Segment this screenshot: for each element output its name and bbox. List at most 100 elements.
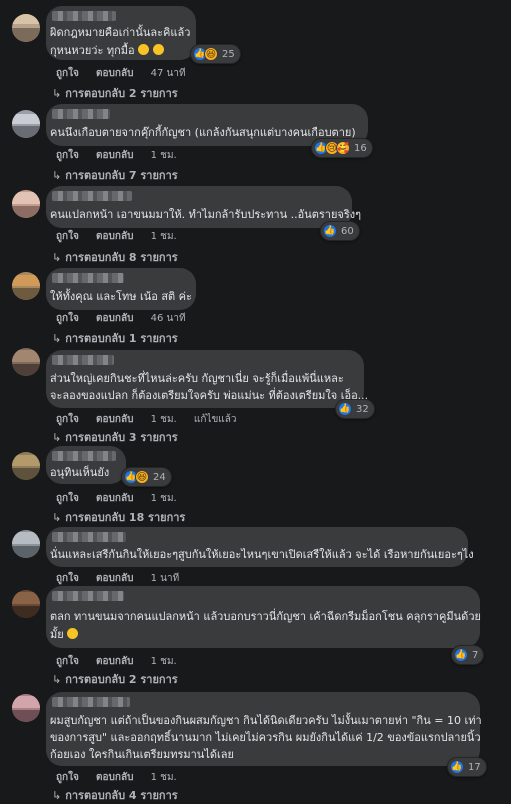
timestamp[interactable]: 47 นาที [151, 68, 186, 79]
comment-text-line: คนนึงเกือบตายจากคุ๊กกี้กัญชา (แกล้งกันสน… [50, 126, 356, 139]
timestamp[interactable]: 1 ชม. [151, 414, 177, 425]
like-reaction-icon: 👍 [323, 224, 337, 238]
reaction-count: 25 [222, 48, 235, 60]
reaction-summary[interactable]: 👍 17 [447, 757, 487, 777]
reaction-summary[interactable]: 👍 😆 25 [190, 44, 241, 64]
avatar[interactable] [12, 348, 40, 376]
commenter-name[interactable] [52, 532, 126, 542]
timestamp[interactable]: 46 นาที [151, 313, 186, 324]
care-reaction-icon: 🥰 [336, 141, 350, 155]
like-reaction-icon: 👍 [338, 402, 352, 416]
reaction-summary[interactable]: 👍 7 [451, 645, 485, 665]
view-replies-link[interactable]: ↳ การตอบกลับ 1 รายการ [52, 329, 178, 347]
emoji-icon [152, 44, 164, 55]
like-button[interactable]: ถูกใจ [56, 493, 79, 504]
timestamp[interactable]: 1 ชม. [151, 231, 177, 242]
comment-text-line: คนแปลกหน้า เอาขนมมาให้. ทำไมกล้ารับประทา… [50, 208, 362, 221]
comment-bubble: ตลก ทานขนมจากคนแปลกหน้า แล้วบอกบราวนี่กั… [46, 586, 481, 648]
haha-reaction-icon: 😆 [204, 47, 218, 61]
avatar[interactable] [12, 110, 40, 138]
comment-text-line: ก้อยเอง ใครกินเกินเตรียมทรมานได้เลย [50, 748, 234, 761]
commenter-name[interactable] [52, 191, 132, 201]
view-replies-link[interactable]: ↳ การตอบกลับ 2 รายการ [52, 670, 178, 688]
reply-button[interactable]: ตอบกลับ [96, 573, 133, 584]
like-reaction-icon: 👍 [454, 648, 468, 662]
reply-button[interactable]: ตอบกลับ [96, 150, 133, 161]
reaction-summary[interactable]: 👍 😢 🥰 16 [311, 138, 373, 158]
timestamp[interactable]: 1 ชม. [151, 493, 177, 504]
comment-text-line: ส่วนใหญ่เคยกินชะที่ไหนล่ะครับ กัญชาเนี่ย… [50, 372, 344, 385]
reaction-summary[interactable]: 👍 😆 24 [121, 467, 172, 487]
reply-arrow-icon: ↳ [52, 169, 62, 182]
comment-text-line: ตลก ทานขนมจากคนแปลกหน้า แล้วบอกบราวนี่กั… [50, 610, 481, 623]
comment-text-line: ของการสูบ" และออกฤทธิ์นานมาก ไม่เคยไม่คว… [50, 731, 481, 744]
timestamp[interactable]: 1 นาที [151, 573, 180, 584]
avatar[interactable] [12, 14, 40, 42]
comment-actions: ถูกใจ ตอบกลับ 47 นาที [56, 66, 200, 81]
edited-label[interactable]: แก้ไขแล้ว [194, 414, 237, 425]
reply-button[interactable]: ตอบกลับ [96, 313, 133, 324]
reply-button[interactable]: ตอบกลับ [96, 68, 133, 79]
view-replies-link[interactable]: ↳ การตอบกลับ 7 รายการ [52, 166, 178, 184]
timestamp[interactable]: 1 ชม. [151, 150, 177, 161]
commenter-name[interactable] [52, 697, 130, 707]
commenter-name[interactable] [52, 451, 116, 461]
reaction-summary[interactable]: 👍 32 [335, 399, 375, 419]
comment-actions: ถูกใจ ตอบกลับ 46 นาที [56, 311, 200, 326]
like-button[interactable]: ถูกใจ [56, 68, 79, 79]
comment-actions: ถูกใจ ตอบกลับ 1 ชม. [56, 148, 191, 163]
view-replies-link[interactable]: ↳ การตอบกลับ 8 รายการ [52, 248, 178, 266]
comment-bubble: ผิดกฎหมายคือเก่านั้นละคิแล้ว กุหนหวยว่ะ … [46, 6, 196, 60]
reply-arrow-icon: ↳ [52, 251, 62, 264]
view-replies-link[interactable]: ↳ การตอบกลับ 4 รายการ [52, 786, 178, 804]
reaction-count: 7 [472, 649, 479, 661]
reaction-count: 60 [341, 225, 354, 237]
reply-button[interactable]: ตอบกลับ [96, 656, 133, 667]
timestamp[interactable]: 1 ชม. [151, 656, 177, 667]
comment-bubble: ให้ทั้งคุณ และโทษ เน้อ สติ ค่ะ [46, 268, 196, 310]
reaction-count: 32 [356, 403, 369, 415]
reaction-summary[interactable]: 👍 60 [320, 221, 360, 241]
comment-actions: ถูกใจ ตอบกลับ 1 นาที [56, 571, 193, 586]
comment-actions: ถูกใจ ตอบกลับ 1 ชม. [56, 770, 191, 785]
avatar[interactable] [12, 590, 40, 618]
commenter-name[interactable] [52, 11, 116, 21]
like-button[interactable]: ถูกใจ [56, 231, 79, 242]
reply-button[interactable]: ตอบกลับ [96, 493, 133, 504]
reply-arrow-icon: ↳ [52, 87, 62, 100]
reply-button[interactable]: ตอบกลับ [96, 772, 133, 783]
like-reaction-icon: 👍 [450, 760, 464, 774]
like-button[interactable]: ถูกใจ [56, 414, 79, 425]
like-button[interactable]: ถูกใจ [56, 313, 79, 324]
reaction-count: 16 [354, 142, 367, 154]
avatar[interactable] [12, 272, 40, 300]
avatar[interactable] [12, 190, 40, 218]
commenter-name[interactable] [52, 109, 110, 119]
avatar[interactable] [12, 452, 40, 480]
comment-actions: ถูกใจ ตอบกลับ 1 ชม. [56, 491, 191, 506]
commenter-name[interactable] [52, 591, 124, 601]
like-button[interactable]: ถูกใจ [56, 772, 79, 783]
reply-button[interactable]: ตอบกลับ [96, 414, 133, 425]
comment-text-line: อนุทินเห็นยัง [50, 466, 110, 479]
avatar[interactable] [12, 694, 40, 722]
comment-bubble: ผมสูบกัญชา แต่ถ้าเป็นของกินผสมกัญชา กินไ… [46, 692, 482, 766]
emoji-icon [138, 44, 150, 55]
avatar[interactable] [12, 530, 40, 558]
timestamp[interactable]: 1 ชม. [151, 772, 177, 783]
comment-text-line: ผมสูบกัญชา แต่ถ้าเป็นของกินผสมกัญชา กินไ… [50, 714, 482, 727]
reaction-count: 17 [468, 761, 481, 773]
comment-bubble: อนุทินเห็นยัง [46, 446, 126, 484]
view-replies-link[interactable]: ↳ การตอบกลับ 18 รายการ [52, 508, 185, 526]
commenter-name[interactable] [52, 355, 114, 365]
comment-text-line: ผิดกฎหมายคือเก่านั้นละคิแล้ว [50, 26, 191, 39]
like-button[interactable]: ถูกใจ [56, 656, 79, 667]
view-replies-link[interactable]: ↳ การตอบกลับ 3 รายการ [52, 428, 178, 446]
emoji-icon [67, 628, 79, 639]
commenter-name[interactable] [52, 273, 124, 283]
like-button[interactable]: ถูกใจ [56, 573, 79, 584]
reply-button[interactable]: ตอบกลับ [96, 231, 133, 242]
view-replies-link[interactable]: ↳ การตอบกลับ 2 รายการ [52, 84, 178, 102]
haha-reaction-icon: 😆 [135, 470, 149, 484]
like-button[interactable]: ถูกใจ [56, 150, 79, 161]
